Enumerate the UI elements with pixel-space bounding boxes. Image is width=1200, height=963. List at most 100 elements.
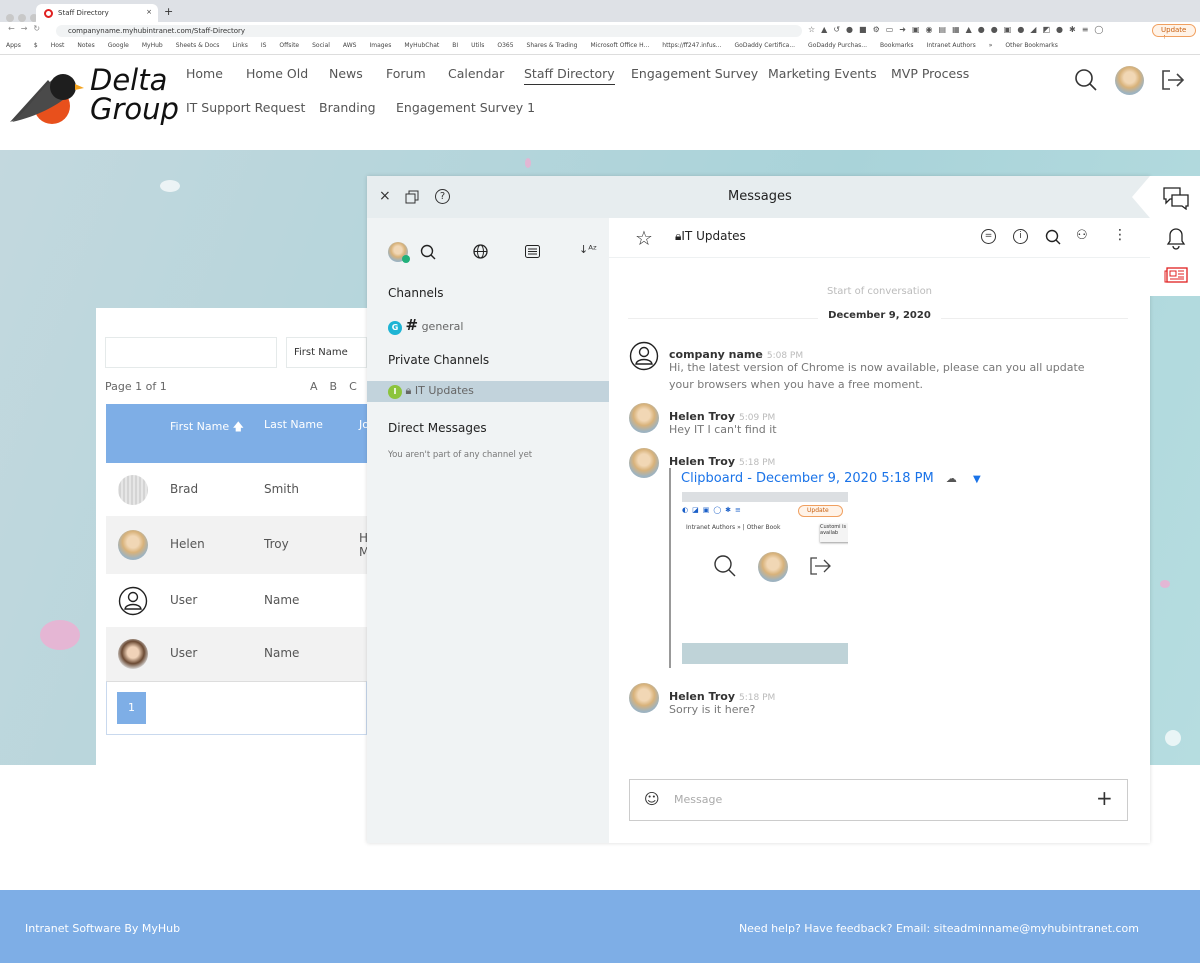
chat-icon[interactable] [1162,186,1190,210]
hash-icon: # [405,316,419,334]
bookmark-item[interactable]: BI [452,42,458,49]
bell-icon[interactable] [1165,226,1187,250]
nav-item-engagement-survey-1[interactable]: Engagement Survey 1 [396,100,535,115]
bookmark-item[interactable]: Shares & Trading [527,42,578,49]
nav-item-branding[interactable]: Branding [319,100,376,115]
help-icon[interactable]: ? [435,189,450,204]
bookmark-item[interactable]: Google [108,42,129,49]
list-icon[interactable] [525,245,540,258]
search-icon[interactable] [1074,68,1098,92]
bookmark-item[interactable]: GoDaddy Purchas... [808,42,867,49]
bookmark-item[interactable]: Other Bookmarks [1005,42,1057,49]
row-avatar[interactable] [118,586,148,616]
helen-avatar[interactable] [629,448,659,478]
footer-credit[interactable]: Intranet Software By MyHub [25,922,180,935]
bookmark-item[interactable]: AWS [343,42,357,49]
message-composer[interactable]: ☺ Message + [629,779,1128,821]
letter-filter-A[interactable]: A [310,380,318,393]
members-icon[interactable]: ⚇ [1076,228,1088,243]
bookmark-item[interactable]: Notes [77,42,94,49]
star-icon[interactable]: ☆ [635,226,653,250]
bookmark-item[interactable]: https://ff247.infus... [662,42,721,49]
close-icon[interactable]: × [379,188,391,204]
nav-item-staff-directory[interactable]: Staff Directory [524,66,615,85]
logo-bird-icon[interactable] [8,70,88,124]
nav-item-home-old[interactable]: Home Old [246,66,308,81]
attachment-image[interactable]: ◐◪▣◯✱≡ Update Intranet Authors » | Other… [682,492,848,664]
nav-item-news[interactable]: News [329,66,363,81]
news-icon[interactable] [1164,267,1188,283]
bookmark-item[interactable]: O365 [497,42,513,49]
download-icon[interactable]: ☁ [946,472,957,485]
bookmark-item[interactable]: Social [312,42,330,49]
channel-item-it-updates[interactable]: I 🔒︎ IT Updates [367,381,609,402]
browser-tab[interactable]: Staff Directory × [36,4,158,22]
row-avatar[interactable] [118,639,148,669]
logout-icon[interactable] [1160,68,1186,92]
emoji-icon[interactable]: ☺ [644,790,660,808]
collapse-caret-icon[interactable]: ▼ [973,474,981,485]
bookmark-item[interactable]: MyHubChat [404,42,439,49]
nav-item-forum[interactable]: Forum [386,66,426,81]
bookmark-item[interactable]: MyHub [142,42,163,49]
bookmark-item[interactable]: Utils [471,42,484,49]
table-row[interactable]: User Name [106,627,367,681]
bookmark-item[interactable]: Offsite [279,42,299,49]
bookmark-item[interactable]: Links [232,42,247,49]
message-text: Hey IT I can't find it [669,423,777,436]
bookmark-item[interactable]: IS [261,42,267,49]
search-icon[interactable] [420,244,436,260]
message-input[interactable]: Message [674,793,722,806]
directory-search-input[interactable] [105,337,277,368]
sort-az-icon[interactable]: ↓ᴬᶻ [579,243,597,256]
more-options-icon[interactable]: ⋮ [1113,227,1127,243]
letter-filter-B[interactable]: B [330,380,338,393]
search-icon[interactable] [1045,229,1061,245]
bookmark-item[interactable]: $ [34,42,38,49]
table-row[interactable]: Helen Troy H M [106,516,369,574]
nav-buttons-icon[interactable]: ←→↻ [8,24,46,33]
popout-icon[interactable] [405,190,419,204]
close-tab-icon[interactable]: × [146,8,152,16]
user-avatar[interactable] [1115,66,1144,95]
bookmark-item[interactable]: Microsoft Office H... [591,42,650,49]
bookmark-item[interactable]: Intranet Authors [927,42,976,49]
channel-item-general[interactable]: G # general [388,316,463,335]
add-attachment-icon[interactable]: + [1096,786,1113,810]
logo-text[interactable]: Delta Group [90,66,179,124]
nav-item-marketing-events[interactable]: Marketing Events [768,66,877,81]
bookmark-item[interactable]: Images [369,42,391,49]
table-row[interactable]: User Name [106,574,367,627]
row-avatar[interactable] [118,530,148,560]
row-avatar[interactable] [118,474,148,505]
letter-filter-C[interactable]: C [349,380,357,393]
nav-item-calendar[interactable]: Calendar [448,66,504,81]
table-row[interactable]: Brad Smith [106,463,367,516]
info-icon[interactable]: i [1013,229,1028,244]
bookmark-item[interactable]: GoDaddy Certifica... [735,42,796,49]
bookmark-item[interactable]: Bookmarks [880,42,914,49]
globe-icon[interactable] [473,244,488,259]
footer-help[interactable]: Need help? Have feedback? Email: siteadm… [739,922,1139,935]
col-first-name[interactable]: First Name 🡅 [170,418,244,437]
sort-select[interactable]: First Name [286,337,367,368]
bookmark-item[interactable]: Host [51,42,65,49]
bookmark-item[interactable]: Sheets & Docs [176,42,220,49]
threads-icon[interactable]: = [981,229,996,244]
col-last-name[interactable]: Last Name [264,418,323,431]
shot-search-icon [713,554,737,578]
bookmark-item[interactable]: Apps [6,42,21,49]
nav-item-home[interactable]: Home [186,66,223,81]
update-button[interactable]: Update ⋮ [1152,24,1196,42]
new-tab-icon[interactable]: + [164,5,173,18]
attachment-link[interactable]: Clipboard - December 9, 2020 5:18 PM ☁ ▼ [681,471,981,486]
page-1-button[interactable]: 1 [117,692,146,724]
nav-item-mvp-process[interactable]: MVP Process [891,66,969,81]
helen-avatar[interactable] [629,403,659,433]
url-input[interactable]: companyname.myhubintranet.com/Staff-Dire… [56,25,802,37]
nav-item-it-support-request[interactable]: IT Support Request [186,100,305,115]
helen-avatar[interactable] [629,683,659,713]
nav-item-engagement-survey[interactable]: Engagement Survey [631,66,758,81]
extension-icons[interactable]: ☆▲↺●■⚙▭➜▣◉▤▦▲●●▣●◢◩●✱≡◯ [808,25,1109,34]
bookmark-item[interactable]: » [989,42,993,49]
